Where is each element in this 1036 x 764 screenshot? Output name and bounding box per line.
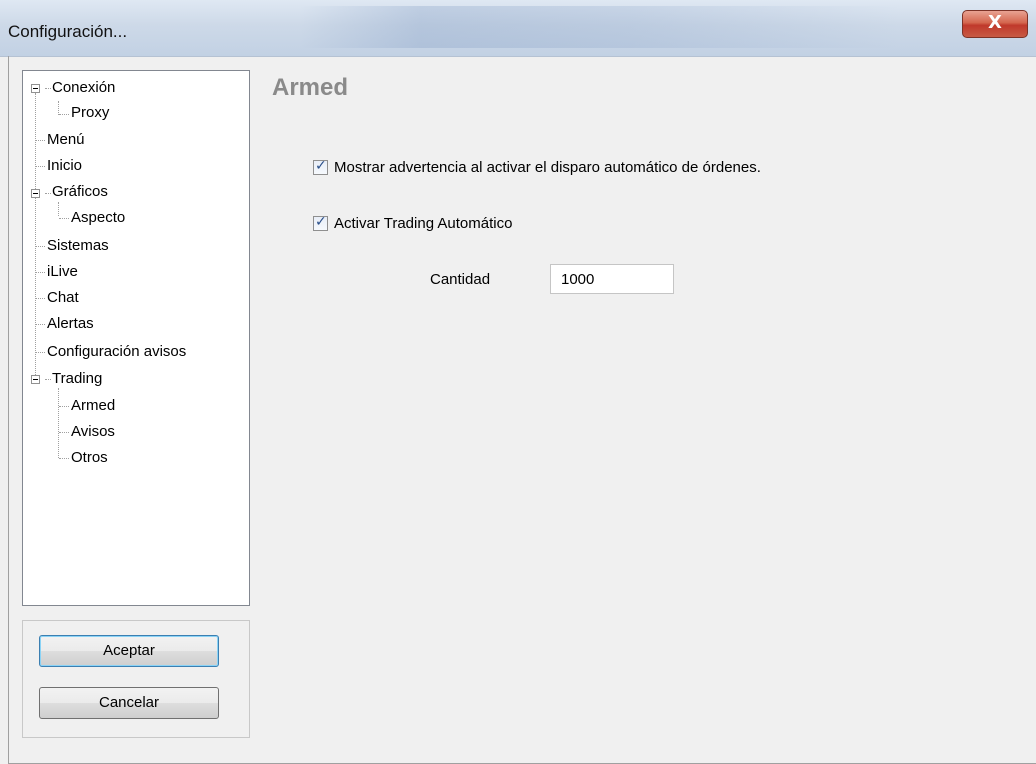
tree-item-avisos[interactable]: Avisos (71, 420, 115, 444)
configuration-dialog: Configuración... X Conexión Proxy Menú I… (0, 0, 1036, 764)
tree-item-aspecto[interactable]: Aspecto (71, 206, 125, 230)
tree-hline (36, 246, 45, 247)
tree-item-trading[interactable]: Trading (52, 367, 102, 391)
tree-hline (59, 218, 69, 219)
tree-item-ilive[interactable]: iLive (47, 260, 78, 284)
page-title: Armed (272, 74, 349, 101)
tree-hline (36, 140, 45, 141)
collapse-icon[interactable] (31, 189, 40, 198)
title-bar[interactable]: Configuración... X (0, 0, 1036, 57)
tree-hline (36, 352, 45, 353)
quantity-label: Cantidad (430, 271, 491, 288)
close-button[interactable]: X (962, 10, 1028, 38)
tree-child-line-trading (58, 388, 59, 458)
tree-hline (45, 88, 51, 89)
tree-hline (59, 406, 69, 407)
cancel-button[interactable]: Cancelar (39, 687, 219, 719)
tree-hline (36, 166, 45, 167)
tree-hline (36, 272, 45, 273)
tree-item-menu[interactable]: Menú (47, 128, 85, 152)
tree-hline (45, 379, 51, 380)
button-panel: Aceptar Cancelar (22, 620, 250, 738)
tree-item-configuracion-avisos[interactable]: Configuración avisos (47, 340, 186, 364)
tree-child-line-conexion (58, 101, 59, 115)
tree-root-line (35, 93, 36, 381)
accept-button[interactable]: Aceptar (39, 635, 219, 667)
tree-item-inicio[interactable]: Inicio (47, 154, 82, 178)
tree-hline (59, 432, 69, 433)
tree-hline (36, 298, 45, 299)
tree-item-chat[interactable]: Chat (47, 286, 79, 310)
tree-item-armed[interactable]: Armed (71, 394, 115, 418)
tree-child-line-graficos (58, 202, 59, 216)
collapse-icon[interactable] (31, 84, 40, 93)
checkmark-icon: ✓ (315, 158, 327, 174)
title-bar-background (300, 6, 900, 48)
tree-hline (45, 193, 51, 194)
tree-item-otros[interactable]: Otros (71, 446, 108, 470)
tree-item-alertas[interactable]: Alertas (47, 312, 94, 336)
window-title: Configuración... (8, 22, 128, 41)
tree-hline (59, 458, 69, 459)
quantity-input[interactable] (550, 264, 674, 294)
tree-hline (59, 114, 69, 115)
settings-tree[interactable]: Conexión Proxy Menú Inicio Gráficos Aspe… (22, 70, 250, 606)
checkmark-icon: ✓ (315, 214, 327, 230)
tree-item-sistemas[interactable]: Sistemas (47, 234, 109, 258)
auto-trading-label[interactable]: Activar Trading Automático (334, 215, 512, 232)
tree-item-conexion[interactable]: Conexión (52, 76, 115, 100)
tree-item-proxy[interactable]: Proxy (71, 101, 109, 125)
show-warning-checkbox[interactable]: ✓ (313, 158, 328, 175)
auto-trading-checkbox[interactable]: ✓ (313, 214, 328, 231)
tree-item-graficos[interactable]: Gráficos (52, 180, 108, 204)
tree-hline (36, 324, 45, 325)
show-warning-label[interactable]: Mostrar advertencia al activar el dispar… (334, 159, 761, 176)
collapse-icon[interactable] (31, 375, 40, 384)
